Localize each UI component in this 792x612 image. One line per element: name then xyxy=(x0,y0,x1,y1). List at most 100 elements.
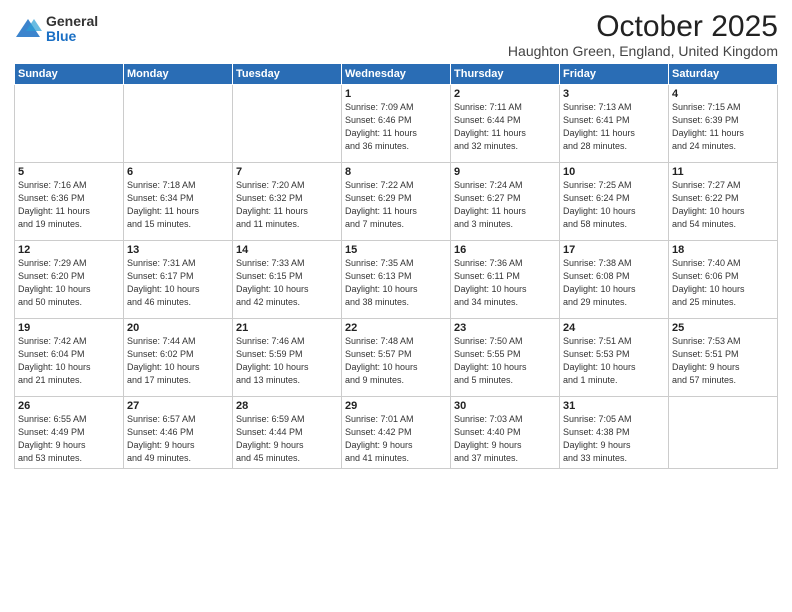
day-number: 28 xyxy=(236,400,338,412)
day-number: 29 xyxy=(345,400,447,412)
calendar-cell: 18Sunrise: 7:40 AM Sunset: 6:06 PM Dayli… xyxy=(669,241,778,319)
day-info: Sunrise: 6:57 AM Sunset: 4:46 PM Dayligh… xyxy=(127,413,229,465)
calendar-cell: 4Sunrise: 7:15 AM Sunset: 6:39 PM Daylig… xyxy=(669,85,778,163)
day-info: Sunrise: 7:05 AM Sunset: 4:38 PM Dayligh… xyxy=(563,413,665,465)
calendar-cell: 10Sunrise: 7:25 AM Sunset: 6:24 PM Dayli… xyxy=(560,163,669,241)
day-number: 26 xyxy=(18,400,120,412)
day-info: Sunrise: 7:50 AM Sunset: 5:55 PM Dayligh… xyxy=(454,335,556,387)
day-number: 18 xyxy=(672,244,774,256)
day-info: Sunrise: 7:33 AM Sunset: 6:15 PM Dayligh… xyxy=(236,257,338,309)
calendar-cell: 17Sunrise: 7:38 AM Sunset: 6:08 PM Dayli… xyxy=(560,241,669,319)
day-info: Sunrise: 7:42 AM Sunset: 6:04 PM Dayligh… xyxy=(18,335,120,387)
calendar-cell: 8Sunrise: 7:22 AM Sunset: 6:29 PM Daylig… xyxy=(342,163,451,241)
calendar-cell: 28Sunrise: 6:59 AM Sunset: 4:44 PM Dayli… xyxy=(233,397,342,469)
calendar-cell xyxy=(233,85,342,163)
day-number: 1 xyxy=(345,88,447,100)
week-row-4: 26Sunrise: 6:55 AM Sunset: 4:49 PM Dayli… xyxy=(15,397,778,469)
day-info: Sunrise: 7:13 AM Sunset: 6:41 PM Dayligh… xyxy=(563,101,665,153)
calendar-cell: 14Sunrise: 7:33 AM Sunset: 6:15 PM Dayli… xyxy=(233,241,342,319)
day-number: 13 xyxy=(127,244,229,256)
logo-text: General Blue xyxy=(46,14,98,45)
day-info: Sunrise: 7:18 AM Sunset: 6:34 PM Dayligh… xyxy=(127,179,229,231)
day-number: 16 xyxy=(454,244,556,256)
logo-general: General xyxy=(46,14,98,29)
day-info: Sunrise: 7:46 AM Sunset: 5:59 PM Dayligh… xyxy=(236,335,338,387)
col-friday: Friday xyxy=(560,64,669,85)
day-number: 7 xyxy=(236,166,338,178)
calendar-cell: 7Sunrise: 7:20 AM Sunset: 6:32 PM Daylig… xyxy=(233,163,342,241)
day-info: Sunrise: 7:48 AM Sunset: 5:57 PM Dayligh… xyxy=(345,335,447,387)
day-number: 15 xyxy=(345,244,447,256)
day-info: Sunrise: 7:27 AM Sunset: 6:22 PM Dayligh… xyxy=(672,179,774,231)
day-number: 21 xyxy=(236,322,338,334)
col-wednesday: Wednesday xyxy=(342,64,451,85)
day-info: Sunrise: 7:40 AM Sunset: 6:06 PM Dayligh… xyxy=(672,257,774,309)
day-info: Sunrise: 7:22 AM Sunset: 6:29 PM Dayligh… xyxy=(345,179,447,231)
logo: General Blue xyxy=(14,14,98,45)
day-info: Sunrise: 7:25 AM Sunset: 6:24 PM Dayligh… xyxy=(563,179,665,231)
day-info: Sunrise: 7:29 AM Sunset: 6:20 PM Dayligh… xyxy=(18,257,120,309)
calendar-cell: 29Sunrise: 7:01 AM Sunset: 4:42 PM Dayli… xyxy=(342,397,451,469)
day-number: 20 xyxy=(127,322,229,334)
day-info: Sunrise: 7:01 AM Sunset: 4:42 PM Dayligh… xyxy=(345,413,447,465)
day-info: Sunrise: 7:15 AM Sunset: 6:39 PM Dayligh… xyxy=(672,101,774,153)
calendar-cell: 26Sunrise: 6:55 AM Sunset: 4:49 PM Dayli… xyxy=(15,397,124,469)
location-title: Haughton Green, England, United Kingdom xyxy=(508,43,778,59)
calendar-cell: 27Sunrise: 6:57 AM Sunset: 4:46 PM Dayli… xyxy=(124,397,233,469)
calendar-cell: 6Sunrise: 7:18 AM Sunset: 6:34 PM Daylig… xyxy=(124,163,233,241)
calendar-cell: 31Sunrise: 7:05 AM Sunset: 4:38 PM Dayli… xyxy=(560,397,669,469)
calendar-cell: 15Sunrise: 7:35 AM Sunset: 6:13 PM Dayli… xyxy=(342,241,451,319)
day-info: Sunrise: 6:55 AM Sunset: 4:49 PM Dayligh… xyxy=(18,413,120,465)
day-number: 2 xyxy=(454,88,556,100)
col-tuesday: Tuesday xyxy=(233,64,342,85)
calendar-cell: 23Sunrise: 7:50 AM Sunset: 5:55 PM Dayli… xyxy=(451,319,560,397)
day-number: 24 xyxy=(563,322,665,334)
calendar-cell: 16Sunrise: 7:36 AM Sunset: 6:11 PM Dayli… xyxy=(451,241,560,319)
calendar-cell xyxy=(15,85,124,163)
calendar-cell: 2Sunrise: 7:11 AM Sunset: 6:44 PM Daylig… xyxy=(451,85,560,163)
calendar-cell: 30Sunrise: 7:03 AM Sunset: 4:40 PM Dayli… xyxy=(451,397,560,469)
day-info: Sunrise: 7:35 AM Sunset: 6:13 PM Dayligh… xyxy=(345,257,447,309)
day-info: Sunrise: 7:31 AM Sunset: 6:17 PM Dayligh… xyxy=(127,257,229,309)
calendar-cell: 5Sunrise: 7:16 AM Sunset: 6:36 PM Daylig… xyxy=(15,163,124,241)
calendar-cell: 9Sunrise: 7:24 AM Sunset: 6:27 PM Daylig… xyxy=(451,163,560,241)
col-saturday: Saturday xyxy=(669,64,778,85)
day-number: 17 xyxy=(563,244,665,256)
calendar-cell: 20Sunrise: 7:44 AM Sunset: 6:02 PM Dayli… xyxy=(124,319,233,397)
page: General Blue October 2025 Haughton Green… xyxy=(0,0,792,612)
day-info: Sunrise: 7:36 AM Sunset: 6:11 PM Dayligh… xyxy=(454,257,556,309)
day-number: 31 xyxy=(563,400,665,412)
calendar-cell: 19Sunrise: 7:42 AM Sunset: 6:04 PM Dayli… xyxy=(15,319,124,397)
logo-icon xyxy=(14,15,42,43)
day-info: Sunrise: 7:38 AM Sunset: 6:08 PM Dayligh… xyxy=(563,257,665,309)
day-number: 8 xyxy=(345,166,447,178)
day-number: 14 xyxy=(236,244,338,256)
day-info: Sunrise: 7:53 AM Sunset: 5:51 PM Dayligh… xyxy=(672,335,774,387)
week-row-2: 12Sunrise: 7:29 AM Sunset: 6:20 PM Dayli… xyxy=(15,241,778,319)
header: General Blue October 2025 Haughton Green… xyxy=(14,10,778,59)
day-info: Sunrise: 7:44 AM Sunset: 6:02 PM Dayligh… xyxy=(127,335,229,387)
col-monday: Monday xyxy=(124,64,233,85)
logo-blue: Blue xyxy=(46,29,98,44)
calendar-cell: 11Sunrise: 7:27 AM Sunset: 6:22 PM Dayli… xyxy=(669,163,778,241)
calendar-cell: 13Sunrise: 7:31 AM Sunset: 6:17 PM Dayli… xyxy=(124,241,233,319)
day-number: 3 xyxy=(563,88,665,100)
day-number: 23 xyxy=(454,322,556,334)
calendar-cell xyxy=(124,85,233,163)
col-sunday: Sunday xyxy=(15,64,124,85)
day-info: Sunrise: 7:20 AM Sunset: 6:32 PM Dayligh… xyxy=(236,179,338,231)
day-number: 25 xyxy=(672,322,774,334)
day-info: Sunrise: 7:16 AM Sunset: 6:36 PM Dayligh… xyxy=(18,179,120,231)
day-info: Sunrise: 7:09 AM Sunset: 6:46 PM Dayligh… xyxy=(345,101,447,153)
calendar-cell: 21Sunrise: 7:46 AM Sunset: 5:59 PM Dayli… xyxy=(233,319,342,397)
day-number: 11 xyxy=(672,166,774,178)
col-thursday: Thursday xyxy=(451,64,560,85)
title-block: October 2025 Haughton Green, England, Un… xyxy=(508,10,778,59)
calendar-cell: 24Sunrise: 7:51 AM Sunset: 5:53 PM Dayli… xyxy=(560,319,669,397)
week-row-3: 19Sunrise: 7:42 AM Sunset: 6:04 PM Dayli… xyxy=(15,319,778,397)
day-number: 10 xyxy=(563,166,665,178)
day-number: 6 xyxy=(127,166,229,178)
day-number: 5 xyxy=(18,166,120,178)
week-row-0: 1Sunrise: 7:09 AM Sunset: 6:46 PM Daylig… xyxy=(15,85,778,163)
calendar-cell: 1Sunrise: 7:09 AM Sunset: 6:46 PM Daylig… xyxy=(342,85,451,163)
